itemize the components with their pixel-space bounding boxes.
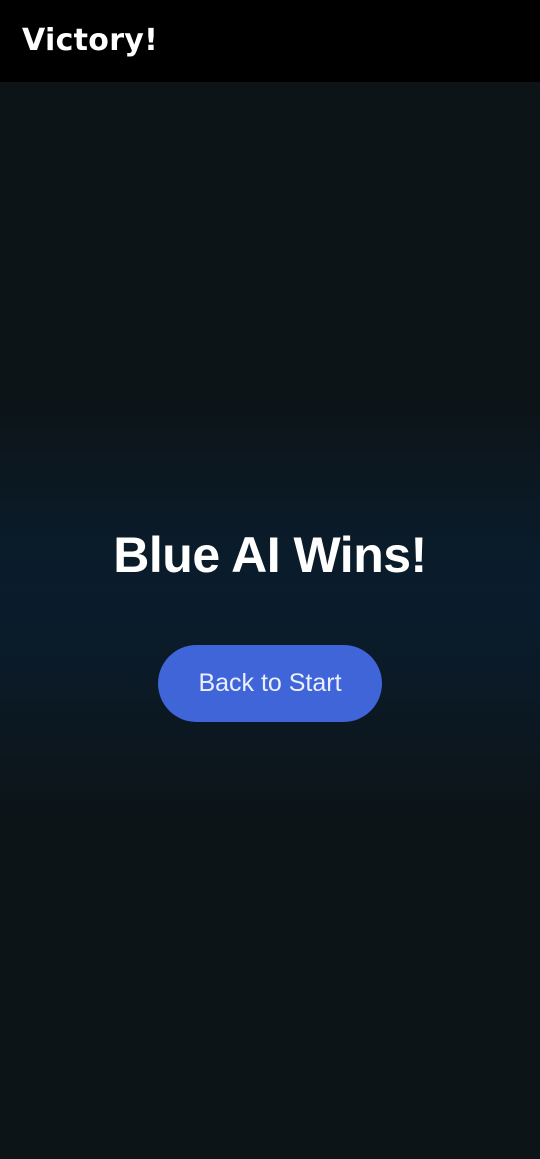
- app-bar: Victory!: [0, 0, 540, 82]
- result-text: Blue AI Wins!: [113, 527, 427, 583]
- back-to-start-button[interactable]: Back to Start: [158, 645, 382, 722]
- app-title: Victory!: [22, 22, 159, 58]
- victory-screen: Blue AI Wins! Back to Start: [0, 82, 540, 1159]
